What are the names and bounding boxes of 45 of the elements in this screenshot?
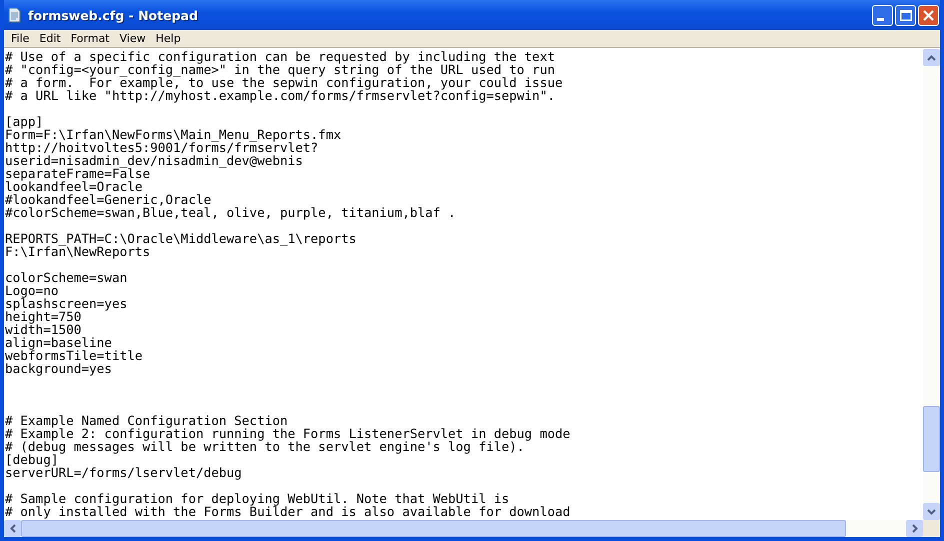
notepad-icon [6,7,22,23]
text-line: REPORTS_PATH=C:\Oracle\Middleware\as_1\reports [5,232,358,245]
maximize-button[interactable] [895,4,916,26]
text-line: Form=F:\Irfan\NewForms\Main_Menu_Reports.fmx [5,128,342,141]
text-line: # Use of a specific configuration can be requested by including the text [5,50,556,63]
text-line: lookandfeel=Oracle [5,180,142,193]
minimize-button[interactable] [872,4,893,26]
menu-item[interactable]: Edit [34,32,66,45]
text-line: # a URL like "http://myhost.example.com/forms/frmservlet?config=sepwin". [5,89,556,102]
text-line: serverURL=/forms/lservlet/debug [5,466,243,479]
text-line: [debug] [5,453,58,466]
menu-item[interactable]: Help [150,32,186,45]
close-button[interactable] [918,4,939,26]
close-icon [923,10,934,20]
text-line: #lookandfeel=Generic,Oracle [5,193,212,206]
menu-item[interactable]: Format [66,32,114,45]
maximize-icon [900,10,912,20]
text-line: F:\Irfan\NewReports [5,245,150,258]
window-title: formsweb.cfg - Notepad [28,8,198,22]
text-line: # only installed with the Forms Builder and is also available for download [5,505,572,518]
text-line: # Example 2: configuration running the Forms ListenerServlet in debug mode [5,427,572,440]
resize-grip[interactable] [923,520,940,537]
menu-item[interactable]: View [114,32,151,45]
text-line: align=baseline [5,336,113,349]
text-line: splashscreen=yes [5,297,128,310]
text-line: background=yes [5,362,113,375]
text-line: # (debug messages will be written to the servlet engine's log file). [5,440,524,453]
text-line: # Example Named Configuration Section [5,414,289,427]
text-line: # a form. For example, to use the sepwin configuration, your could issue [5,76,564,89]
vertical-scrollbar[interactable] [923,49,940,520]
text-line: http://hoitvoltes5:9001/forms/frmservlet? [5,141,318,154]
text-line: width=1500 [5,323,82,336]
text-line: separateFrame=False [5,167,150,180]
scroll-thumb[interactable] [923,406,940,472]
text-line: userid=nisadmin_dev/nisadmin_dev@webnis [5,154,303,167]
text-line: height=750 [5,310,82,323]
text-line: # "config=<your_config_name>" in the query string of the URL used to run [5,63,556,76]
text-line: Logo=no [5,284,60,297]
text-line: #colorScheme=swan,Blue,teal, olive, purple, titanium,blaf . [5,206,457,219]
text-line: colorScheme=swan [5,271,128,284]
menu-item[interactable]: File [6,32,34,45]
text-line: [app] [5,115,44,128]
text-line: webformsTile=title [5,349,144,362]
text-line: # Sample configuration for deploying WebUtil. Note that WebUtil is [5,492,510,505]
minimize-icon [876,18,884,21]
